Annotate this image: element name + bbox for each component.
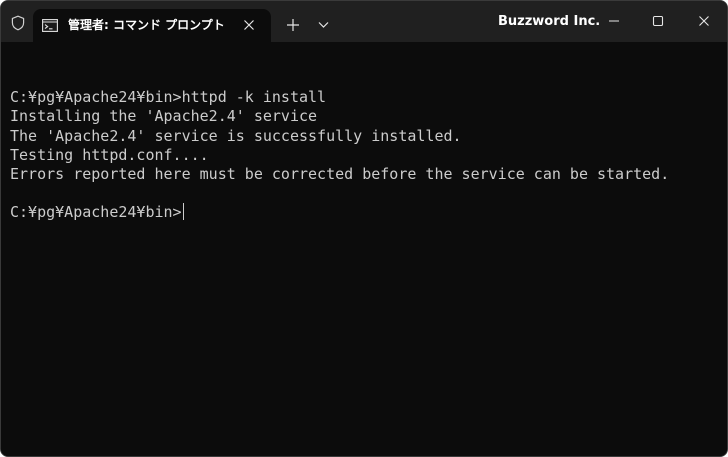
terminal-line: The 'Apache2.4' service is successfully … <box>10 126 462 145</box>
command-prompt-icon <box>42 19 58 32</box>
terminal-line: Testing httpd.conf.... <box>10 145 209 164</box>
prompt-text: C:¥pg¥Apache24¥bin> <box>10 203 182 222</box>
terminal-lines: C:¥pg¥Apache24¥bin>httpd -k install Inst… <box>10 69 669 223</box>
terminal-output[interactable]: C:¥pg¥Apache24¥bin>httpd -k install Inst… <box>1 42 727 456</box>
prompt-line[interactable]: C:¥pg¥Apache24¥bin> <box>10 203 669 222</box>
tab-title: 管理者: コマンド プロンプト <box>68 18 225 32</box>
shield-icon <box>10 15 26 31</box>
terminal-line: Errors reported here must be corrected b… <box>10 164 670 183</box>
terminal-window: 管理者: コマンド プロンプト Buzzword Inc. C:¥pg¥Apac… <box>0 0 728 457</box>
brand-label: Buzzword Inc. <box>498 14 601 29</box>
terminal-line: Installing the 'Apache2.4' service <box>10 107 318 126</box>
tab-command-prompt[interactable]: 管理者: コマンド プロンプト <box>33 9 271 42</box>
tab-close-icon[interactable] <box>243 19 255 31</box>
new-tab-plus-icon[interactable] <box>286 18 300 32</box>
text-cursor <box>182 203 185 221</box>
minimize-icon[interactable] <box>608 15 620 27</box>
close-window-icon[interactable] <box>698 15 710 27</box>
title-bar[interactable]: 管理者: コマンド プロンプト Buzzword Inc. <box>1 1 727 42</box>
tab-dropdown-chevron-down-icon[interactable] <box>318 21 329 29</box>
terminal-line: C:¥pg¥Apache24¥bin>httpd -k install <box>10 88 327 107</box>
maximize-icon[interactable] <box>652 15 664 27</box>
